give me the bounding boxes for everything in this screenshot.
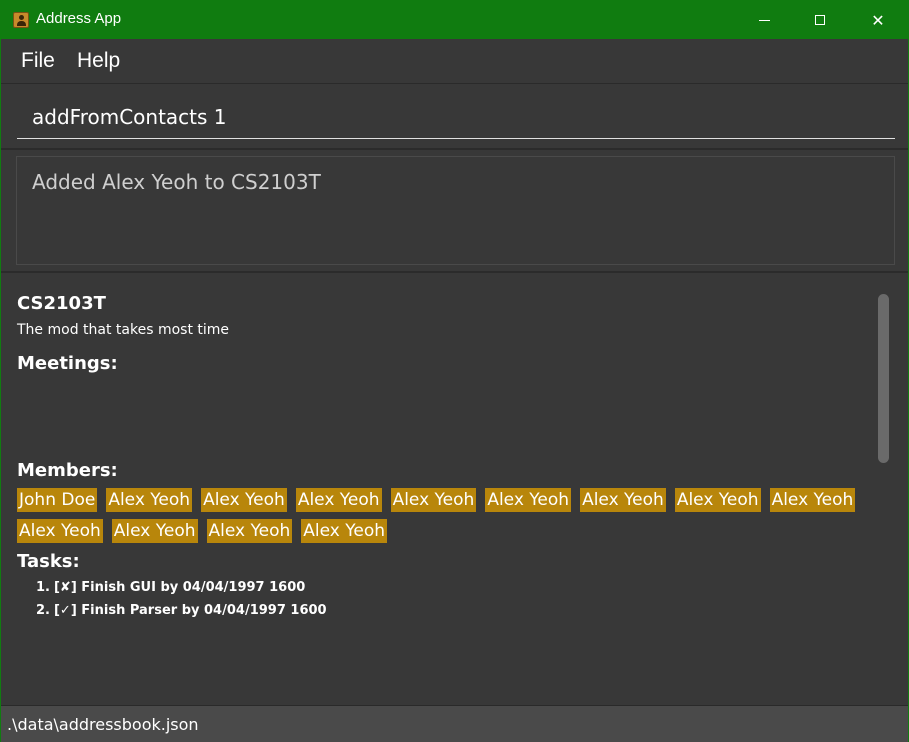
member-tag: Alex Yeoh xyxy=(390,488,477,512)
result-display[interactable]: Added Alex Yeoh to CS2103T xyxy=(16,156,895,265)
member-tag: Alex Yeoh xyxy=(485,488,572,512)
member-tag: Alex Yeoh xyxy=(580,488,666,512)
close-icon: ✕ xyxy=(871,10,885,30)
maximize-icon xyxy=(815,15,825,25)
result-message: Added Alex Yeoh to CS2103T xyxy=(32,170,321,194)
members-label: Members: xyxy=(17,460,118,481)
minimize-button[interactable] xyxy=(741,1,787,39)
member-tag: Alex Yeoh xyxy=(301,519,387,543)
member-tag: Alex Yeoh xyxy=(106,488,193,512)
menu-help[interactable]: Help xyxy=(77,49,120,73)
title-bar[interactable]: Address App ✕ xyxy=(1,1,908,39)
task-item: 1. [✘] Finish GUI by 04/04/1997 1600 xyxy=(36,579,327,602)
meetings-label: Meetings: xyxy=(17,353,118,374)
member-tags: John Doe Alex Yeoh Alex Yeoh Alex Yeoh A… xyxy=(17,488,857,543)
group-description: The mod that takes most time xyxy=(17,322,230,338)
command-box xyxy=(1,84,908,146)
task-text: [✘] Finish GUI by 04/04/1997 1600 xyxy=(53,580,306,595)
app-window: Address App ✕ File Help Added Alex Yeoh … xyxy=(0,0,909,742)
window-title: Address App xyxy=(36,10,122,27)
task-text: [✓] Finish Parser by 04/04/1997 1600 xyxy=(53,603,327,618)
task-item: 2. [✓] Finish Parser by 04/04/1997 1600 xyxy=(36,602,327,625)
minimize-icon xyxy=(758,19,770,21)
member-tag: Alex Yeoh xyxy=(769,488,856,512)
member-tag: Alex Yeoh xyxy=(201,488,287,512)
member-tag: Alex Yeoh xyxy=(295,488,382,512)
member-tag: Alex Yeoh xyxy=(674,488,761,512)
vertical-scrollbar[interactable] xyxy=(878,294,889,463)
divider xyxy=(1,148,908,150)
task-list: 1. [✘] Finish GUI by 04/04/1997 1600 2. … xyxy=(36,579,327,625)
menu-file[interactable]: File xyxy=(21,49,55,73)
maximize-button[interactable] xyxy=(797,1,843,39)
command-input[interactable] xyxy=(17,96,895,139)
member-tag: Alex Yeoh xyxy=(111,519,198,543)
task-index: 2. xyxy=(36,603,50,618)
group-name: CS2103T xyxy=(17,293,106,314)
menu-bar: File Help xyxy=(1,39,908,84)
close-button[interactable]: ✕ xyxy=(855,1,901,39)
member-tag: Alex Yeoh xyxy=(206,519,293,543)
status-bar: .\data\addressbook.json xyxy=(1,705,908,742)
group-detail-panel[interactable]: CS2103T The mod that takes most time Mee… xyxy=(1,273,908,705)
save-location: .\data\addressbook.json xyxy=(7,715,199,734)
address-book-icon xyxy=(13,12,29,28)
member-tag: John Doe xyxy=(17,488,98,512)
member-tag: Alex Yeoh xyxy=(17,519,103,543)
task-index: 1. xyxy=(36,580,50,595)
tasks-label: Tasks: xyxy=(17,551,80,572)
